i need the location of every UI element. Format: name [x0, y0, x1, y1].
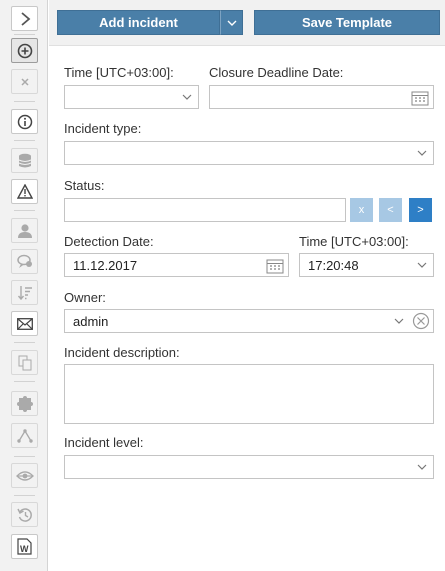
owner-label: Owner:	[64, 290, 106, 305]
puzzle-icon	[16, 395, 33, 412]
close-button[interactable]	[11, 69, 38, 94]
user-button[interactable]	[11, 218, 38, 243]
calendar-icon[interactable]	[266, 258, 284, 274]
incident-type-select[interactable]	[64, 141, 434, 165]
save-template-button[interactable]: Save Template	[254, 10, 440, 35]
eye-icon	[15, 470, 34, 481]
time-select[interactable]	[64, 85, 199, 109]
add-button[interactable]	[11, 38, 38, 63]
svg-text:W: W	[20, 544, 29, 554]
closure-deadline-date-input[interactable]	[209, 85, 434, 109]
graph-button[interactable]	[11, 423, 38, 448]
add-incident-dropdown-button[interactable]	[220, 10, 243, 35]
warning-button[interactable]	[11, 179, 38, 204]
copy-icon	[18, 355, 31, 370]
eye-button[interactable]	[11, 463, 38, 488]
chevron-down-icon	[417, 262, 427, 268]
sort-button[interactable]	[11, 280, 38, 305]
info-button[interactable]	[11, 109, 38, 134]
word-export-button[interactable]: W	[11, 534, 38, 559]
add-incident-button[interactable]: Add incident	[57, 10, 220, 35]
toolbar: Add incident Save Template	[49, 0, 445, 46]
sort-icon	[17, 285, 32, 300]
word-doc-icon: W	[17, 538, 32, 555]
status-input[interactable]	[64, 198, 346, 222]
history-icon	[16, 507, 32, 522]
status-clear-button[interactable]: x	[350, 198, 373, 222]
history-button[interactable]	[11, 502, 38, 527]
detection-time-label: Time [UTC+03:00]:	[299, 234, 409, 249]
close-icon	[20, 77, 29, 86]
status-next-button[interactable]: >	[409, 198, 432, 222]
chevron-down-icon	[394, 318, 404, 324]
time-label: Time [UTC+03:00]:	[64, 65, 174, 80]
mail-button[interactable]	[11, 311, 38, 336]
mail-icon	[16, 317, 33, 330]
graph-icon	[16, 428, 33, 443]
description-label: Incident description:	[64, 345, 180, 360]
incident-level-label: Incident level:	[64, 435, 144, 450]
database-icon	[18, 153, 31, 167]
database-button[interactable]	[11, 148, 38, 173]
comments-button[interactable]	[11, 249, 38, 274]
copy-button[interactable]	[11, 350, 38, 375]
warning-icon	[16, 184, 33, 199]
chevron-down-icon	[182, 94, 192, 100]
info-icon	[17, 114, 32, 129]
owner-select[interactable]: admin	[64, 309, 434, 333]
comments-icon	[16, 254, 32, 268]
chevron-down-icon	[417, 150, 427, 156]
clear-circle-icon[interactable]	[412, 312, 430, 330]
chevron-down-icon	[227, 20, 236, 26]
calendar-icon[interactable]	[411, 90, 429, 106]
chevron-right-icon	[20, 11, 30, 26]
sidebar: W	[0, 0, 48, 571]
chevron-down-icon	[417, 464, 427, 470]
detection-time-select[interactable]: 17:20:48	[299, 253, 434, 277]
user-icon	[17, 224, 32, 238]
plus-circle-icon	[17, 43, 32, 58]
detection-date-input[interactable]: 11.12.2017	[64, 253, 289, 277]
incident-type-label: Incident type:	[64, 121, 142, 136]
closure-deadline-label: Closure Deadline Date:	[209, 65, 344, 80]
status-prev-button[interactable]: <	[379, 198, 402, 222]
status-label: Status:	[64, 178, 105, 193]
expand-button[interactable]	[11, 6, 38, 31]
puzzle-button[interactable]	[11, 391, 38, 416]
incident-form-panel: Add incident Save Template Time [UTC+03:…	[49, 0, 445, 571]
incident-level-select[interactable]	[64, 455, 434, 479]
detection-date-label: Detection Date:	[64, 234, 154, 249]
description-textarea[interactable]	[64, 364, 434, 424]
